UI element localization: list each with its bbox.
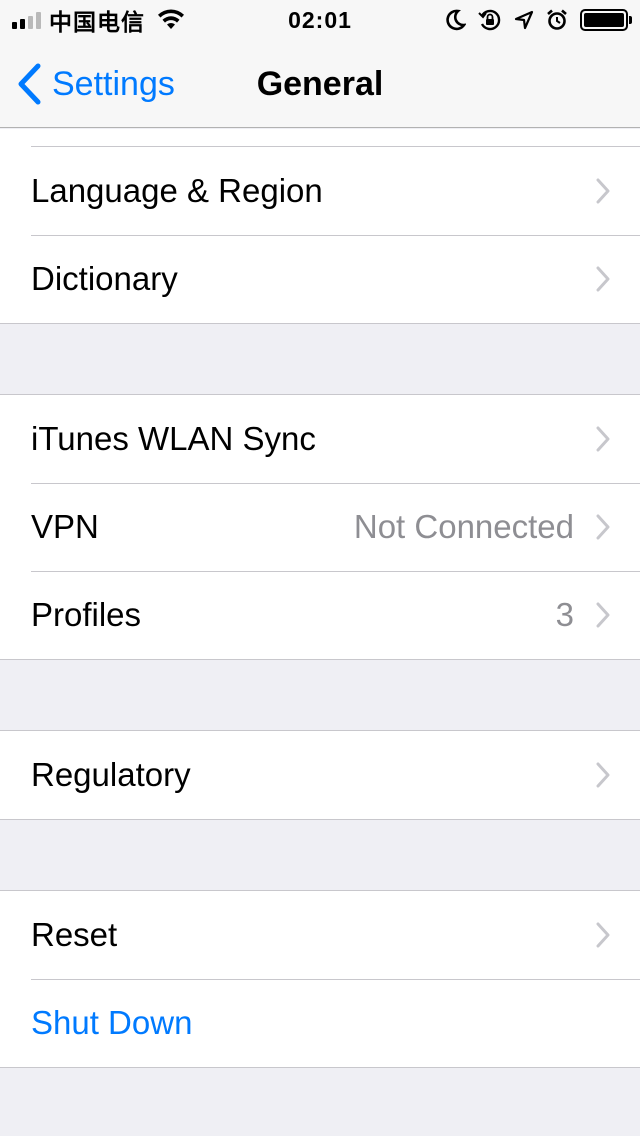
previous-row-partial[interactable]: [0, 129, 640, 147]
page-title: General: [256, 65, 384, 103]
settings-group-language: Language & Region Dictionary: [0, 147, 640, 324]
chevron-right-icon: [596, 762, 610, 788]
chevron-right-icon: [596, 266, 610, 292]
row-label: Language & Region: [31, 172, 323, 209]
settings-list: Language & Region Dictionary iTunes WLAN…: [0, 129, 640, 1068]
row-itunes-wlan-sync[interactable]: iTunes WLAN Sync: [0, 395, 640, 483]
row-reset[interactable]: Reset: [0, 891, 640, 979]
settings-group-network: iTunes WLAN Sync VPN Not Connected Profi…: [0, 394, 640, 660]
settings-group-regulatory: Regulatory: [0, 730, 640, 820]
location-icon: [514, 10, 534, 30]
row-profiles[interactable]: Profiles 3: [0, 571, 640, 659]
row-label: VPN: [31, 508, 99, 545]
battery-fill: [584, 13, 624, 27]
status-right: [446, 0, 632, 40]
chevron-right-icon: [596, 178, 610, 204]
chevron-right-icon: [596, 426, 610, 452]
chevron-right-icon: [596, 922, 610, 948]
row-vpn[interactable]: VPN Not Connected: [0, 483, 640, 571]
settings-group-reset: Reset Shut Down: [0, 890, 640, 1068]
navigation-bar: Settings General: [0, 40, 640, 128]
row-label: iTunes WLAN Sync: [31, 420, 316, 457]
profiles-count-value: 3: [555, 596, 574, 633]
row-label: Reset: [31, 916, 118, 953]
chevron-right-icon: [596, 602, 610, 628]
alarm-icon: [547, 9, 567, 30]
vpn-status-value: Not Connected: [353, 508, 574, 545]
row-label: Profiles: [31, 596, 142, 633]
rotation-lock-icon: [478, 9, 501, 31]
shut-down-label: Shut Down: [31, 1004, 193, 1041]
row-language-region[interactable]: Language & Region: [0, 147, 640, 235]
row-label: Regulatory: [31, 756, 191, 793]
row-label: Dictionary: [31, 260, 178, 297]
row-dictionary[interactable]: Dictionary: [0, 235, 640, 323]
chevron-right-icon: [596, 514, 610, 540]
status-bar: 中国电信 02:01: [0, 0, 640, 40]
shut-down-button[interactable]: Shut Down: [0, 979, 640, 1067]
moon-icon: [446, 9, 466, 31]
row-regulatory[interactable]: Regulatory: [0, 731, 640, 819]
battery-icon: [580, 9, 632, 31]
